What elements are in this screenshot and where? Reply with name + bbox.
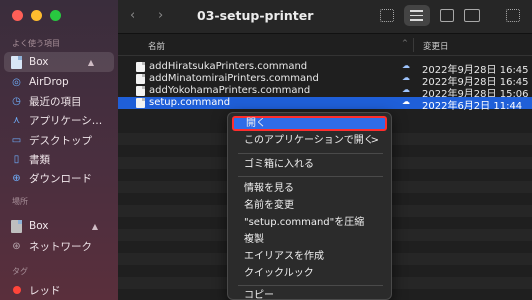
eject-icon[interactable]: ▲	[92, 222, 98, 231]
gallery-view-icon[interactable]	[464, 9, 480, 22]
download-icon: ⊕	[12, 172, 21, 184]
zoom-window-button[interactable]	[50, 10, 61, 21]
menu-item-move-to-trash[interactable]: ゴミ箱に入れる	[232, 157, 387, 172]
sidebar-item-applications[interactable]: ⋏ アプリケーシ…	[0, 110, 118, 130]
sidebar-item-box[interactable]: Box ▲	[4, 52, 114, 72]
menu-item-open[interactable]: 開く	[232, 116, 387, 131]
window-title: 03-setup-printer	[197, 8, 314, 23]
sidebar-item-network[interactable]: ⊛ ネットワーク	[0, 236, 118, 256]
list-view-icon	[410, 10, 423, 24]
red-tag-icon	[10, 284, 23, 297]
file-date: 2022年6月2日 11:44	[422, 101, 523, 112]
desktop-icon: ▭	[11, 134, 22, 146]
sidebar-item-label: Box	[29, 56, 49, 68]
file-icon	[136, 98, 145, 108]
sidebar-item-label: レッド	[29, 284, 61, 297]
box-folder-icon	[10, 55, 23, 69]
group-icon[interactable]	[506, 9, 520, 22]
table-row[interactable]: addHiratsukaPrinters.command ☁ 2022年9月28…	[118, 61, 532, 76]
file-name: addHiratsukaPrinters.command	[149, 61, 308, 72]
window-controls	[12, 10, 61, 21]
menu-item-label: このアプリケーションで開く	[244, 135, 374, 146]
column-view-icon[interactable]	[440, 9, 454, 22]
file-icon	[136, 62, 145, 72]
applications-icon: ⋏	[12, 114, 21, 126]
list-header: 名前 ^ 変更日	[118, 34, 532, 56]
minimize-window-button[interactable]	[31, 10, 42, 21]
cloud-sync-icon: ▲	[87, 57, 94, 67]
column-header-name[interactable]: 名前	[148, 40, 165, 52]
menu-item-quick-look[interactable]: クイックルック	[232, 266, 387, 281]
menu-item-copy[interactable]: コピー	[232, 288, 387, 300]
sidebar-item-airdrop[interactable]: ◎ AirDrop	[0, 72, 118, 92]
sidebar-item-label: アプリケーシ…	[29, 114, 103, 127]
menu-item-make-alias[interactable]: エイリアスを作成	[232, 249, 387, 264]
sidebar-item-label: ダウンロード	[29, 172, 92, 185]
menu-item-get-info[interactable]: 情報を見る	[232, 181, 387, 196]
context-menu: 開く このアプリケーションで開く > ゴミ箱に入れる 情報を見る 名前を変更 "…	[227, 112, 392, 300]
cloud-icon: ☁	[402, 97, 410, 106]
file-name: addMinatomiraiPrinters.command	[149, 73, 319, 84]
sidebar-item-downloads[interactable]: ⊕ ダウンロード	[0, 168, 118, 188]
toolbar: ‹ › 03-setup-printer	[118, 0, 532, 34]
column-divider[interactable]	[413, 38, 414, 52]
icon-view-icon[interactable]	[380, 9, 394, 22]
submenu-arrow-icon: >	[370, 135, 379, 146]
airdrop-icon: ◎	[12, 76, 21, 88]
menu-item-open-with[interactable]: このアプリケーションで開く >	[232, 133, 387, 148]
sidebar-item-label: ネットワーク	[29, 240, 92, 253]
column-header-modified[interactable]: 変更日	[423, 40, 449, 52]
document-icon: ▯	[13, 153, 20, 165]
cloud-icon: ☁	[402, 61, 410, 70]
close-window-button[interactable]	[12, 10, 23, 21]
cloud-icon: ☁	[402, 85, 410, 94]
table-row[interactable]: addMinatomiraiPrinters.command ☁ 2022年9月…	[118, 73, 532, 88]
sidebar-section-tags: タグ	[12, 267, 28, 276]
sidebar-item-label: AirDrop	[29, 76, 69, 88]
sidebar-item-recents[interactable]: ◷ 最近の項目	[0, 91, 118, 111]
sidebar-item-label: 最近の項目	[29, 95, 82, 108]
clock-icon: ◷	[12, 95, 21, 107]
sidebar-item-label: 書類	[29, 153, 50, 166]
menu-divider	[238, 153, 383, 154]
sidebar-item-box-location[interactable]: Box ▲	[0, 216, 118, 236]
menu-item-rename[interactable]: 名前を変更	[232, 198, 387, 213]
file-icon	[136, 74, 145, 84]
sidebar: よく使う項目 Box ▲ ◎ AirDrop ◷ 最近の項目 ⋏ アプリケーシ……	[0, 0, 118, 300]
file-name: addYokohamaPrinters.command	[149, 85, 311, 96]
forward-button[interactable]: ›	[158, 8, 163, 23]
sidebar-section-locations: 場所	[12, 197, 28, 206]
menu-item-duplicate[interactable]: 複製	[232, 232, 387, 247]
sidebar-section-favorites: よく使う項目	[12, 39, 60, 48]
sidebar-item-documents[interactable]: ▯ 書類	[0, 149, 118, 169]
menu-item-compress[interactable]: "setup.command"を圧縮	[232, 215, 387, 230]
sidebar-item-label: デスクトップ	[29, 134, 92, 147]
table-row-selected[interactable]: setup.command ☁ 2022年6月2日 11:44	[118, 97, 532, 112]
sidebar-item-label: Box	[29, 220, 49, 232]
table-row[interactable]: addYokohamaPrinters.command ☁ 2022年9月28日…	[118, 85, 532, 100]
network-icon: ⊛	[12, 240, 21, 252]
menu-divider	[238, 176, 383, 177]
cloud-icon: ☁	[402, 73, 410, 82]
back-button[interactable]: ‹	[130, 8, 135, 23]
file-name: setup.command	[149, 97, 231, 108]
sidebar-item-tag-red[interactable]: レッド	[0, 280, 118, 300]
box-folder-icon	[10, 219, 23, 233]
sidebar-item-desktop[interactable]: ▭ デスクトップ	[0, 130, 118, 150]
menu-divider	[238, 285, 383, 286]
file-icon	[136, 86, 145, 96]
sort-indicator-icon: ^	[402, 39, 408, 47]
